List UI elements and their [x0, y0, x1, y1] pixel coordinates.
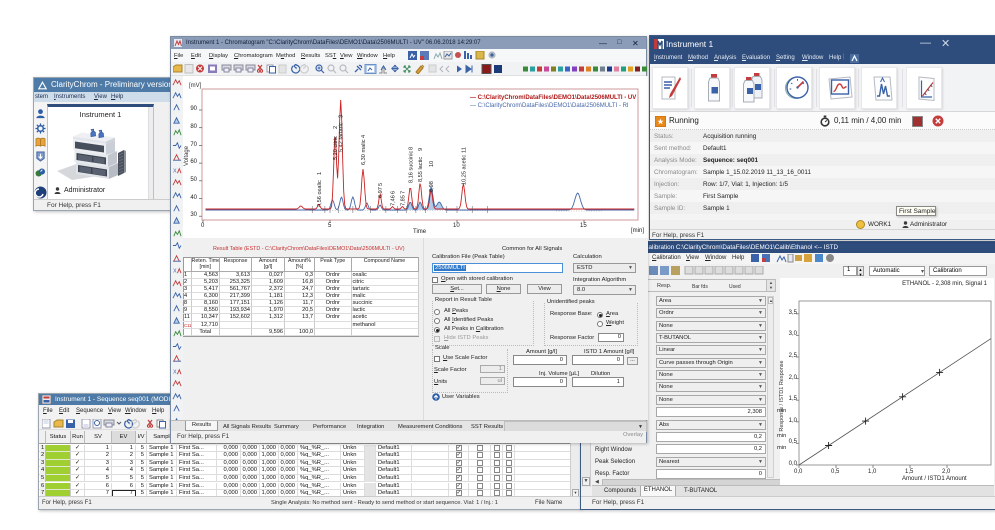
- svg-text:6: 6: [391, 191, 397, 194]
- svg-text:10: 10: [429, 161, 435, 167]
- svg-text:7,46: 7,46: [391, 195, 397, 206]
- svg-text:5: 5: [378, 183, 384, 186]
- svg-text:6,30 malic: 6,30 malic: [361, 139, 367, 165]
- svg-text:Χ: Χ: [173, 269, 177, 275]
- svg-text:10,25 acetic: 10,25 acetic: [461, 155, 467, 185]
- svg-text:Χ: Χ: [173, 168, 177, 174]
- svg-text:11: 11: [461, 147, 467, 153]
- svg-text:8: 8: [408, 147, 414, 150]
- svg-text:3: 3: [339, 115, 345, 118]
- svg-text:4: 4: [361, 135, 367, 138]
- svg-text:7,85: 7,85: [400, 195, 406, 206]
- svg-text:1: 1: [317, 172, 323, 175]
- svg-text:8,16 succinic: 8,16 succinic: [408, 150, 414, 183]
- svg-text:5,42 tartaric: 5,42 tartaric: [339, 122, 345, 152]
- svg-text:8,98: 8,98: [429, 181, 435, 192]
- svg-text:6,97: 6,97: [378, 187, 384, 198]
- svg-text:8,55 lactic: 8,55 lactic: [418, 157, 424, 182]
- svg-text:7: 7: [400, 191, 406, 194]
- svg-text:Χ: Χ: [173, 369, 177, 375]
- svg-text:4,56 oxalic: 4,56 oxalic: [317, 180, 323, 207]
- svg-text:9: 9: [418, 148, 424, 151]
